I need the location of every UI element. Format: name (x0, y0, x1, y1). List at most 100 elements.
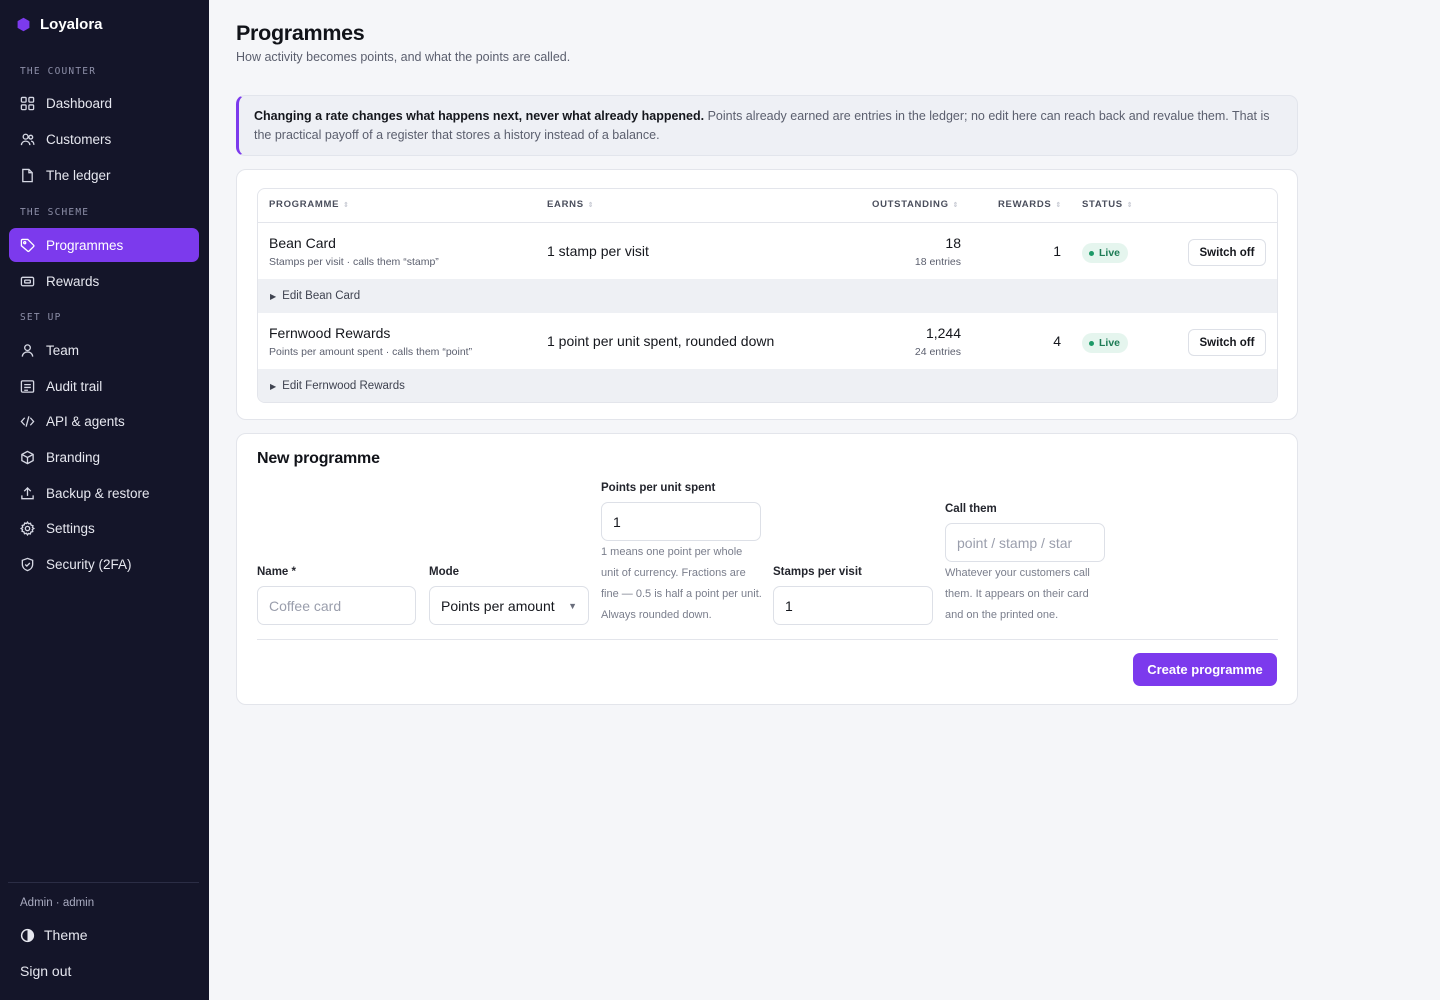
sort-icon: ⇕ (1126, 201, 1134, 209)
edit-label: Edit Bean Card (282, 290, 361, 302)
col-header-label: OUTSTANDING (872, 199, 949, 210)
theme-toggle[interactable]: Theme (20, 927, 88, 943)
sidebar-item-branding[interactable]: Branding (9, 440, 199, 474)
mode-value: Points per amount (441, 597, 555, 614)
sidebar-item-customers[interactable]: Customers (9, 122, 199, 156)
sidebar-item-dashboard[interactable]: Dashboard (9, 86, 199, 120)
create-programme-button[interactable]: Create programme (1133, 653, 1277, 686)
col-header-outstanding[interactable]: OUTSTANDING ⇕ (872, 199, 959, 210)
status-dot (1089, 340, 1094, 346)
ticket-icon (20, 276, 35, 286)
sign-out-link[interactable]: Sign out (20, 963, 71, 979)
info-callout: Changing a rate changes what happens nex… (236, 95, 1298, 156)
document-icon (22, 168, 33, 182)
sidebar-item-label: Programmes (46, 237, 124, 253)
sidebar-item-settings[interactable]: Settings (9, 511, 199, 545)
tag-icon (20, 238, 35, 252)
form-title: New programme (257, 450, 380, 467)
sidebar-item-label: Branding (46, 449, 101, 465)
rewards-count: 1 (1053, 243, 1061, 259)
sidebar-item-rewards[interactable]: Rewards (9, 264, 199, 298)
sidebar-item-api[interactable]: API & agents (9, 404, 199, 438)
page-subtitle: How activity becomes points, and what th… (236, 50, 571, 64)
table-row: Fernwood Rewards Points per amount spent… (258, 313, 1277, 369)
col-header-earns[interactable]: EARNS ⇕ (547, 199, 594, 210)
list-icon (20, 379, 35, 393)
user-icon (21, 343, 34, 357)
outstanding-entries: 24 entries (914, 346, 961, 358)
switch-off-button[interactable]: Switch off (1188, 239, 1266, 266)
sidebar-item-label: Settings (46, 520, 95, 536)
sidebar-item-label: Backup & restore (46, 485, 150, 501)
sidebar-item-label: Audit trail (46, 378, 103, 394)
points-per-unit-input[interactable] (601, 502, 761, 541)
sidebar-item-ledger[interactable]: The ledger (9, 158, 199, 192)
section-label-counter: THE COUNTER (20, 66, 97, 77)
grid-icon (20, 96, 35, 110)
sidebar-item-security[interactable]: Security (2FA) (9, 547, 199, 581)
sidebar-item-team[interactable]: Team (9, 333, 199, 367)
gear-icon (20, 520, 35, 536)
programme-name: Bean Card (269, 235, 336, 251)
section-label-setup: SET UP (20, 312, 62, 323)
sidebar: Loyalora THE COUNTER Dashboard Customers… (0, 0, 209, 1000)
sidebar-item-programmes[interactable]: Programmes (9, 228, 199, 262)
sidebar-item-label: The ledger (46, 167, 111, 183)
edit-disclosure[interactable]: ▶ Edit Bean Card (258, 279, 1277, 313)
box-icon (21, 450, 34, 464)
col-header-status[interactable]: STATUS ⇕ (1082, 199, 1133, 210)
sidebar-item-label: Team (46, 342, 80, 358)
programme-meta: Points per amount spent · calls them “po… (269, 346, 473, 358)
points-per-unit-label: Points per unit spent (601, 482, 716, 494)
page-title: Programmes (236, 21, 365, 45)
edit-disclosure[interactable]: ▶ Edit Fernwood Rewards (258, 369, 1277, 402)
current-user: Admin · admin (20, 897, 95, 909)
mode-label: Mode (429, 566, 460, 578)
stamps-per-visit-input[interactable] (773, 586, 933, 625)
code-icon (20, 415, 35, 427)
sidebar-item-label: Customers (46, 131, 112, 147)
call-them-hint: Whatever your customers call them. It ap… (945, 567, 1090, 621)
outstanding-value: 1,244 (925, 325, 961, 341)
half-circle-icon (20, 928, 35, 942)
col-header-label: PROGRAMME (269, 199, 340, 210)
status-label: Live (1099, 247, 1121, 259)
section-label-scheme: THE SCHEME (20, 207, 90, 218)
table-row: Bean Card Stamps per visit · calls them … (258, 223, 1277, 279)
mode-select[interactable]: Points per amount ▼ (429, 586, 589, 625)
sidebar-divider (8, 882, 199, 883)
sort-icon: ⇕ (587, 201, 595, 209)
sidebar-item-backup[interactable]: Backup & restore (9, 476, 199, 510)
brand-name: Loyalora (40, 16, 103, 33)
name-input[interactable] (257, 586, 416, 625)
col-header-label: EARNS (547, 199, 584, 210)
sidebar-item-label: Security (2FA) (46, 556, 132, 572)
call-them-input[interactable] (945, 523, 1105, 562)
col-header-rewards[interactable]: REWARDS ⇕ (998, 199, 1062, 210)
upload-icon (21, 486, 34, 499)
brand[interactable]: Loyalora (16, 16, 103, 33)
users-icon (20, 133, 35, 145)
form-divider (257, 639, 1278, 640)
outstanding-entries: 18 entries (914, 256, 961, 268)
sort-icon: ⇕ (343, 201, 350, 209)
sort-icon: ⇕ (1055, 201, 1063, 209)
sidebar-item-audit-trail[interactable]: Audit trail (9, 369, 199, 403)
col-header-programme[interactable]: PROGRAMME ⇕ (269, 199, 350, 210)
col-header-label: REWARDS (998, 199, 1052, 210)
sidebar-item-label: Dashboard (46, 95, 113, 111)
expand-triangle-icon: ▶ (270, 381, 277, 391)
programmes-card: PROGRAMME ⇕ EARNS ⇕ OUTSTANDING ⇕ REWARDS ⇕ … (236, 169, 1298, 420)
call-them-label: Call them (945, 503, 997, 515)
callout-bold: Changing a rate changes what happens nex… (254, 109, 705, 123)
switch-off-button[interactable]: Switch off (1188, 329, 1266, 356)
points-per-unit-hint: 1 means one point per whole unit of curr… (601, 546, 762, 621)
status-badge: Live (1082, 243, 1129, 263)
status-label: Live (1099, 337, 1121, 349)
col-header-label: STATUS (1082, 199, 1123, 210)
rewards-count: 4 (1053, 333, 1061, 349)
new-programme-card: New programme Name * Mode Points per amo… (236, 433, 1298, 705)
logo-icon (17, 17, 30, 32)
programme-meta: Stamps per visit · calls them “stamp” (269, 256, 439, 268)
shield-icon (21, 557, 34, 571)
